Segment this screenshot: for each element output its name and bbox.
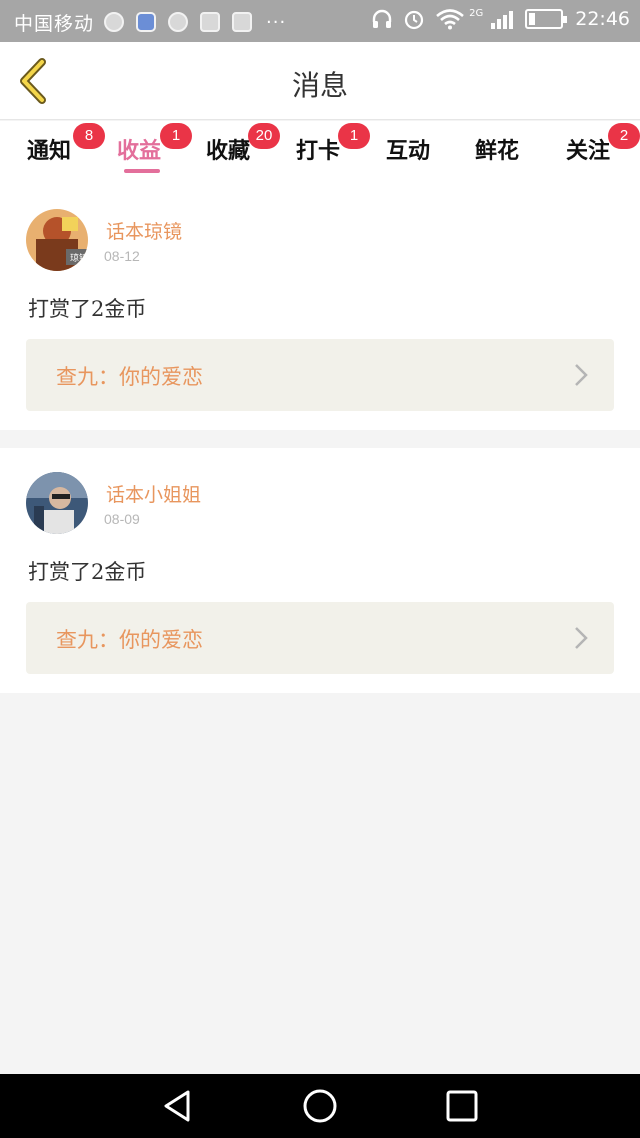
app-notification-icon	[168, 12, 189, 32]
status-right: 2G 22:46	[361, 8, 630, 30]
tab-notify[interactable]: 通知 8	[27, 123, 105, 165]
tab-label: 收益	[117, 138, 162, 164]
page-title: 消息	[291, 69, 348, 102]
app-notification-icon	[200, 12, 221, 32]
status-left: 中国移动 ···	[14, 9, 286, 36]
nav-back-button[interactable]	[160, 1088, 196, 1124]
nav-home-button[interactable]	[302, 1088, 338, 1124]
carrier-name: 中国移动	[14, 13, 95, 35]
network-type: 2G	[469, 8, 484, 19]
tab-label: 互动	[386, 138, 431, 164]
sender-name[interactable]: 话本琼镜	[106, 217, 182, 244]
app-notification-icon	[232, 12, 253, 32]
tab-badge: 2	[608, 123, 640, 149]
tab-checkin[interactable]: 打卡 1	[296, 123, 370, 165]
location-notification-icon	[136, 12, 157, 32]
header: 消息	[0, 42, 640, 120]
message-date: 08-12	[104, 248, 140, 264]
avatar[interactable]: 琼镜	[26, 209, 88, 271]
system-nav-bar	[0, 1074, 640, 1138]
message-list: 琼镜 话本琼镜 08-12 打赏了2金币 查九：你的爱恋 话本小姐姐 08-09…	[0, 185, 640, 693]
tab-earnings[interactable]: 收益 1	[117, 123, 192, 165]
quoted-work-title: 查九：你的爱恋	[56, 365, 203, 389]
notification-icons: ···	[104, 12, 286, 33]
quoted-work-link[interactable]: 查九：你的爱恋	[26, 339, 614, 411]
tab-badge: 20	[248, 123, 280, 149]
tab-badge: 1	[160, 123, 192, 149]
message-action: 打赏了2金币	[28, 297, 147, 321]
tab-flowers[interactable]: 鲜花	[475, 133, 519, 165]
clock: 22:46	[575, 8, 630, 30]
tab-label: 鲜花	[475, 138, 520, 164]
message-tabs: 通知 8 收益 1 收藏 20 打卡 1 互动 鲜花 关注 2	[0, 121, 640, 185]
tab-favorites[interactable]: 收藏 20	[206, 123, 280, 165]
tab-label: 关注	[566, 138, 611, 164]
quoted-work-link[interactable]: 查九：你的爱恋	[26, 602, 614, 674]
signal-icon	[489, 9, 514, 29]
message-card: 琼镜 话本琼镜 08-12 打赏了2金币 查九：你的爱恋	[0, 185, 640, 430]
more-notifications-icon: ···	[266, 12, 287, 33]
headphones-icon	[372, 9, 392, 28]
message-card: 话本小姐姐 08-09 打赏了2金币 查九：你的爱恋	[0, 448, 640, 693]
tab-label: 通知	[27, 138, 72, 164]
message-date: 08-09	[104, 511, 140, 527]
message-action: 打赏了2金币	[28, 560, 147, 584]
app-notification-icon	[104, 12, 125, 32]
battery-icon	[525, 9, 568, 29]
tab-label: 收藏	[206, 138, 251, 164]
active-tab-indicator	[124, 169, 160, 173]
tab-follow[interactable]: 关注 2	[566, 123, 640, 165]
tab-label: 打卡	[296, 138, 341, 164]
sender-name[interactable]: 话本小姐姐	[106, 480, 201, 507]
chevron-right-icon	[575, 627, 588, 649]
wifi-icon	[436, 9, 464, 30]
avatar[interactable]	[26, 472, 88, 534]
status-bar: 中国移动 ··· 2G 22:46	[0, 0, 640, 42]
chevron-right-icon	[575, 364, 588, 386]
quoted-work-title: 查九：你的爱恋	[56, 628, 203, 652]
tab-interactions[interactable]: 互动	[386, 133, 430, 165]
alarm-icon	[405, 10, 424, 30]
svg-text:琼镜: 琼镜	[70, 252, 88, 264]
tab-badge: 8	[73, 123, 105, 149]
tab-badge: 1	[338, 123, 370, 149]
nav-recents-button[interactable]	[444, 1088, 480, 1124]
